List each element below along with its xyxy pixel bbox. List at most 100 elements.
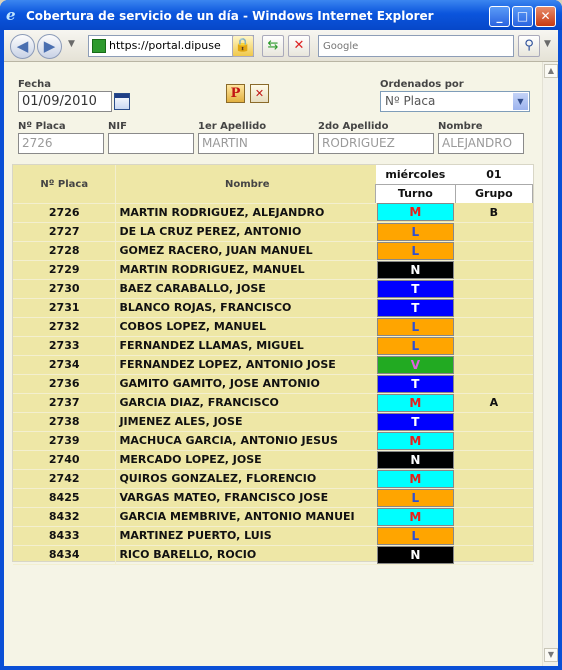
window-title: Cobertura de servicio de un día - Window… bbox=[26, 9, 434, 23]
nombre-cell: MARTINEZ PUERTO, LUIS bbox=[115, 526, 376, 546]
minimize-button[interactable]: _ bbox=[489, 6, 510, 27]
table-row[interactable]: 2742 QUIROS GONZALEZ, FLORENCIO M bbox=[13, 469, 533, 489]
turno-badge[interactable]: N bbox=[376, 450, 455, 468]
export-button[interactable]: ✕ bbox=[250, 84, 269, 103]
turno-badge[interactable]: L bbox=[376, 241, 455, 259]
turno-badge[interactable]: M bbox=[376, 507, 455, 525]
apellido2-field[interactable]: RODRIGUEZ bbox=[318, 133, 434, 154]
forward-button[interactable]: ▶ bbox=[37, 34, 62, 59]
column-header-grupo: Grupo bbox=[454, 183, 534, 203]
vertical-scrollbar[interactable]: ▲ ▼ bbox=[542, 62, 558, 666]
close-window-button[interactable]: ✕ bbox=[535, 6, 556, 27]
grupo-cell bbox=[455, 488, 533, 508]
turno-badge[interactable]: N bbox=[376, 545, 455, 563]
table-row[interactable]: 8433 MARTINEZ PUERTO, LUIS L bbox=[13, 526, 533, 546]
turno-badge[interactable]: L bbox=[376, 526, 455, 544]
turno-badge[interactable]: M bbox=[376, 203, 455, 221]
turno-cell: L bbox=[375, 336, 456, 356]
grupo-cell bbox=[455, 298, 533, 318]
placa-field[interactable]: 2726 bbox=[18, 133, 104, 154]
table-row[interactable]: 2740 MERCADO LOPEZ, JOSE N bbox=[13, 450, 533, 470]
turno-badge[interactable]: L bbox=[376, 488, 455, 506]
lock-icon[interactable]: 🔒 bbox=[232, 35, 254, 57]
table-row[interactable]: 2727 DE LA CRUZ PEREZ, ANTONIO L bbox=[13, 222, 533, 242]
chevron-down-icon: ▼ bbox=[513, 93, 528, 110]
ordenados-select[interactable]: Nº Placa ▼ bbox=[380, 91, 530, 112]
table-row[interactable]: 8434 RICO BARELLO, ROCIO N bbox=[13, 545, 533, 565]
turno-badge[interactable]: L bbox=[376, 317, 455, 335]
calendar-icon[interactable] bbox=[114, 93, 130, 110]
table-row[interactable]: 2734 FERNANDEZ LOPEZ, ANTONIO JOSE V bbox=[13, 355, 533, 375]
turno-badge[interactable]: L bbox=[376, 222, 455, 240]
ie-logo-icon: e bbox=[6, 6, 16, 24]
maximize-button[interactable]: □ bbox=[512, 6, 533, 27]
fecha-field[interactable]: 01/09/2010 bbox=[18, 91, 112, 112]
table-row[interactable]: 2738 JIMENEZ ALES, JOSE T bbox=[13, 412, 533, 432]
placa-cell: 8433 bbox=[13, 526, 116, 546]
turno-badge[interactable]: M bbox=[376, 431, 455, 449]
table-row[interactable]: 2739 MACHUCA GARCIA, ANTONIO JESUS M bbox=[13, 431, 533, 451]
grupo-cell bbox=[455, 374, 533, 394]
turno-cell: L bbox=[375, 241, 456, 261]
table-row[interactable]: 2731 BLANCO ROJAS, FRANCISCO T bbox=[13, 298, 533, 318]
search-input[interactable] bbox=[321, 37, 511, 55]
cobertura-grid: Nº Placa Nombre miércoles 01 Turno Grupo… bbox=[12, 164, 534, 565]
table-row[interactable]: 8432 GARCIA MEMBRIVE, ANTONIO MANUEI M bbox=[13, 507, 533, 527]
table-row[interactable]: 2733 FERNANDEZ LLAMAS, MIGUEL L bbox=[13, 336, 533, 356]
header-row-day: Nº Placa Nombre miércoles 01 bbox=[13, 165, 533, 204]
address-bar[interactable]: https://portal.dipuse bbox=[88, 35, 254, 57]
table-row[interactable]: 2732 COBOS LOPEZ, MANUEL L bbox=[13, 317, 533, 337]
table-row[interactable]: 2729 MARTIN RODRIGUEZ, MANUEL N bbox=[13, 260, 533, 280]
turno-badge[interactable]: T bbox=[376, 298, 455, 316]
stop-icon[interactable]: ✕ bbox=[288, 35, 310, 57]
day-number-cell: 01 bbox=[455, 165, 533, 184]
search-options-icon[interactable]: ▼ bbox=[544, 39, 551, 49]
scroll-down-icon[interactable]: ▼ bbox=[544, 648, 558, 662]
turno-badge[interactable]: T bbox=[376, 374, 455, 392]
day-name: miércoles bbox=[385, 167, 446, 181]
print-button[interactable]: P bbox=[226, 84, 245, 103]
nombre-field[interactable]: ALEJANDRO bbox=[438, 133, 524, 154]
table-row[interactable]: 2736 GAMITO GAMITO, JOSE ANTONIO T bbox=[13, 374, 533, 394]
placa-cell: 2732 bbox=[13, 317, 116, 337]
turno-badge[interactable]: V bbox=[376, 355, 455, 373]
placa-cell: 2740 bbox=[13, 450, 116, 470]
grupo-cell bbox=[455, 469, 533, 489]
turno-badge[interactable]: T bbox=[376, 412, 455, 430]
table-row[interactable]: 8425 VARGAS MATEO, FRANCISCO JOSE L bbox=[13, 488, 533, 508]
turno-cell: L bbox=[375, 488, 456, 508]
turno-badge[interactable]: T bbox=[376, 279, 455, 297]
nombre-cell: RICO BARELLO, ROCIO bbox=[115, 545, 376, 565]
back-button[interactable]: ◀ bbox=[10, 34, 35, 59]
apellido1-field[interactable]: MARTIN bbox=[198, 133, 314, 154]
search-box[interactable] bbox=[318, 35, 514, 57]
column-header-turno: Turno bbox=[375, 183, 456, 203]
nombre-cell: DE LA CRUZ PEREZ, ANTONIO bbox=[115, 222, 376, 242]
search-icon[interactable]: ⚲ bbox=[518, 35, 540, 57]
turno-badge[interactable]: N bbox=[376, 260, 455, 278]
grupo-cell bbox=[455, 545, 533, 565]
turno-badge[interactable]: M bbox=[376, 393, 455, 411]
address-url: https://portal.dipuse bbox=[109, 39, 221, 52]
turno-cell: N bbox=[375, 260, 456, 280]
turno-cell: T bbox=[375, 298, 456, 318]
nif-field[interactable] bbox=[108, 133, 194, 154]
nombre-cell: MERCADO LOPEZ, JOSE bbox=[115, 450, 376, 470]
nombre-cell: MARTIN RODRIGUEZ, MANUEL bbox=[115, 260, 376, 280]
placa-cell: 2739 bbox=[13, 431, 116, 451]
refresh-icon[interactable]: ⇆ bbox=[262, 35, 284, 57]
table-row[interactable]: 2730 BAEZ CARABALLO, JOSE T bbox=[13, 279, 533, 299]
history-dropdown-icon[interactable]: ▼ bbox=[68, 39, 75, 49]
turno-badge[interactable]: L bbox=[376, 336, 455, 354]
apellido2-label: 2do Apellido bbox=[318, 121, 389, 132]
turno-badge[interactable]: M bbox=[376, 469, 455, 487]
table-row[interactable]: 2737 GARCIA DIAZ, FRANCISCO M A bbox=[13, 393, 533, 413]
nombre-cell: GOMEZ RACERO, JUAN MANUEL bbox=[115, 241, 376, 261]
turno-cell: M bbox=[375, 431, 456, 451]
table-row[interactable]: 2726 MARTIN RODRIGUEZ, ALEJANDRO M B bbox=[13, 203, 533, 223]
table-row[interactable]: 2728 GOMEZ RACERO, JUAN MANUEL L bbox=[13, 241, 533, 261]
grupo-cell bbox=[455, 222, 533, 242]
placa-cell: 8434 bbox=[13, 545, 116, 565]
scroll-up-icon[interactable]: ▲ bbox=[544, 64, 558, 78]
column-header-placa: Nº Placa bbox=[40, 179, 89, 191]
